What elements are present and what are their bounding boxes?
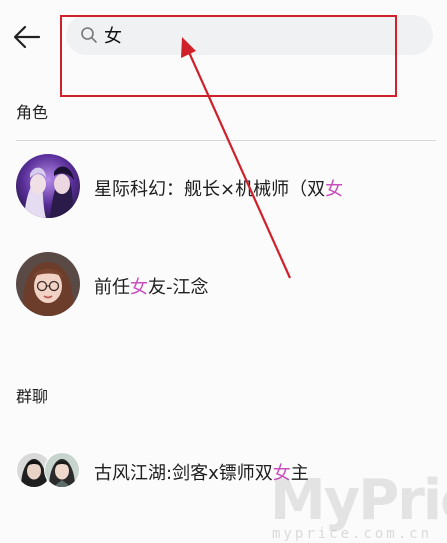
search-results-page: 角色 星际科幻：舰长×机械师（双女 [0, 0, 447, 543]
avatar [16, 252, 80, 316]
character-name: 星际科幻：舰长×机械师（双女 [94, 175, 343, 201]
search-bar[interactable] [66, 15, 433, 55]
name-text: 友-江念 [148, 277, 209, 298]
group-avatar [16, 452, 80, 488]
section-title-characters: 角色 [16, 103, 49, 122]
name-highlight: 女 [130, 277, 148, 298]
name-highlight: 女 [272, 463, 291, 484]
name-text: 前任 [94, 277, 130, 298]
character-row[interactable]: 前任女友-江念 [0, 249, 447, 319]
avatar [44, 452, 80, 488]
section-title-groups: 群聊 [16, 387, 49, 406]
watermark-url: myprice.com.cn [272, 526, 433, 542]
arrow-left-icon [13, 25, 41, 49]
character-row[interactable]: 星际科幻：舰长×机械师（双女 [0, 151, 447, 221]
group-row[interactable]: 古风江湖:剑客x镖师双女主 [0, 435, 447, 505]
search-input[interactable] [104, 23, 414, 47]
name-text: 古风江湖:剑客x镖师双 [94, 463, 273, 484]
avatar [16, 154, 80, 218]
search-icon [81, 27, 97, 43]
name-text: 主 [290, 463, 309, 484]
group-name: 古风江湖:剑客x镖师双女主 [94, 459, 309, 485]
back-button[interactable] [10, 20, 44, 54]
divider [16, 140, 436, 141]
name-text: 星际科幻：舰长×机械师（双 [94, 179, 326, 200]
character-name: 前任女友-江念 [94, 273, 209, 299]
name-highlight: 女 [325, 179, 344, 200]
